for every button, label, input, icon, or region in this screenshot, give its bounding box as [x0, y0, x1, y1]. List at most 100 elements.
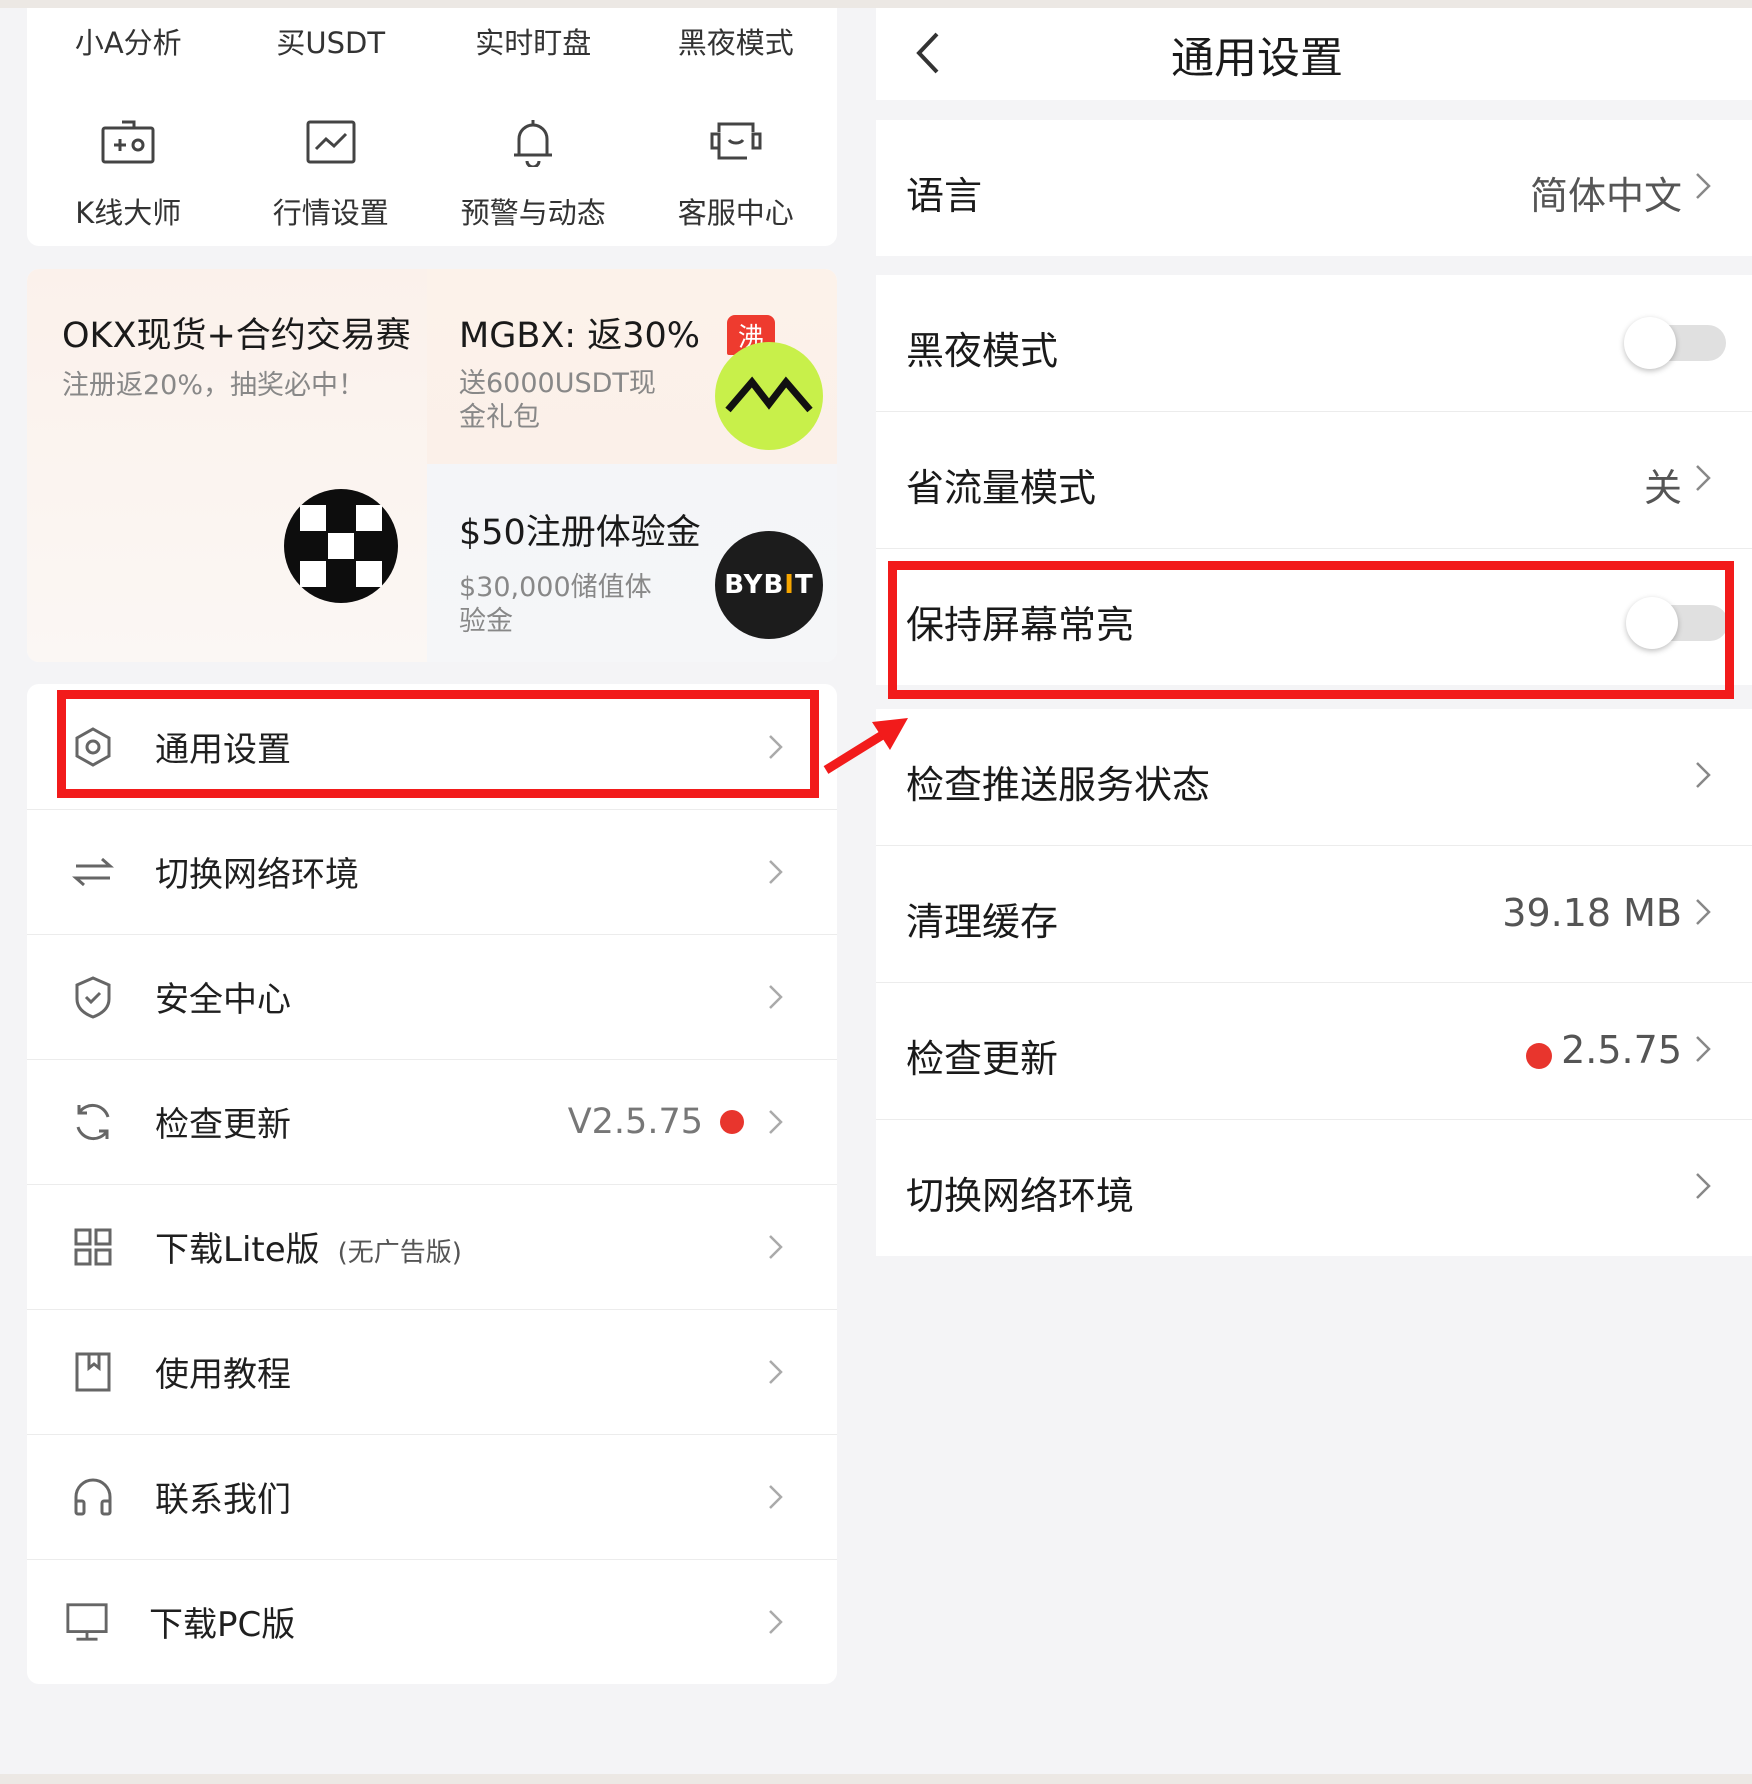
chevron-right-icon — [769, 1609, 783, 1634]
setting-label: 切换网络环境 — [906, 1174, 1135, 1218]
chevron-right-icon — [769, 1109, 783, 1134]
setting-value: 39.18 MB — [1502, 891, 1682, 935]
page-title: 通用设置 — [1171, 34, 1343, 84]
refresh-icon — [71, 1100, 115, 1144]
menu-item-download-lite[interactable]: 下载Lite版 (无广告版) — [27, 1184, 837, 1309]
shortcut-label: 客服中心 — [677, 196, 794, 230]
menu-item-contact-us[interactable]: 联系我们 — [27, 1434, 837, 1559]
bell-icon — [503, 112, 563, 172]
update-dot — [720, 1109, 744, 1134]
toggle-knob — [1624, 317, 1676, 369]
switch-arrows-icon — [71, 850, 115, 894]
menu-item-label: 下载PC版 — [149, 1605, 296, 1645]
promo-title: $50注册体验金 — [459, 513, 701, 553]
shield-check-icon — [71, 975, 115, 1019]
setting-value: 简体中文 — [1529, 174, 1682, 218]
menu-item-label: 通用设置 — [155, 730, 291, 770]
chevron-right-icon — [769, 1234, 783, 1259]
menu-item-label: 下载Lite版 (无广告版) — [155, 1222, 462, 1271]
shortcut-buy-usdt[interactable]: 买USDT — [230, 20, 433, 70]
menu-item-label: 联系我们 — [155, 1480, 291, 1520]
promo-subtitle: $30,000储值体验金 — [459, 572, 652, 637]
menu-item-download-pc[interactable]: 下载PC版 — [27, 1559, 837, 1684]
setting-check-update[interactable]: 检查更新 2.5.75 — [876, 983, 1752, 1119]
setting-clear-cache[interactable]: 清理缓存 39.18 MB — [876, 846, 1752, 982]
promo-subtitle: 送6000USDT现金礼包 — [459, 368, 656, 433]
menu-item-check-update[interactable]: 检查更新 V2.5.75 — [27, 1059, 837, 1184]
chevron-right-icon — [1696, 762, 1711, 788]
keep-screen-on-toggle[interactable] — [1626, 597, 1728, 649]
shortcut-dark-mode[interactable]: 黑夜模式 — [635, 20, 838, 70]
promo-title: OKX现货+合约交易赛 — [62, 316, 411, 356]
settings-menu: 通用设置 切换网络环境 安全中心 检查更新 V2.5.75 下载Lite版 (无… — [27, 684, 837, 1684]
menu-item-general-settings[interactable]: 通用设置 — [27, 684, 837, 809]
shortcut-market-settings[interactable]: 行情设置 — [230, 112, 433, 232]
promo-subtitle: 注册返20%，抽奖必中！ — [62, 370, 366, 401]
chart-box-icon — [98, 112, 158, 172]
headphones-icon — [71, 1475, 115, 1519]
menu-item-switch-network[interactable]: 切换网络环境 — [27, 809, 837, 934]
menu-item-label: 切换网络环境 — [155, 855, 359, 895]
shortcut-ai-analysis[interactable]: 小A分析 — [27, 20, 230, 70]
nav-header: 通用设置 — [876, 8, 1752, 100]
setting-push-service-status[interactable]: 检查推送服务状态 — [876, 709, 1752, 845]
shortcut-label: 行情设置 — [272, 196, 389, 230]
menu-item-label: 检查更新 — [155, 1105, 291, 1145]
promo-banner: OKX现货+合约交易赛 注册返20%，抽奖必中！ MGBX: 返30% 送600… — [27, 269, 837, 662]
chevron-right-icon — [1696, 173, 1711, 199]
setting-label: 语言 — [906, 174, 983, 218]
version-value: V2.5.75 — [567, 1101, 703, 1142]
setting-dark-mode: 黑夜模式 — [876, 275, 1752, 411]
chevron-right-icon — [769, 859, 783, 884]
shortcut-customer-service[interactable]: 客服中心 — [635, 112, 838, 232]
chevron-right-icon — [1696, 1036, 1711, 1062]
annotation-arrow-icon — [823, 718, 908, 774]
setting-label: 省流量模式 — [906, 466, 1097, 510]
setting-label: 黑夜模式 — [906, 329, 1059, 373]
chevron-right-icon — [1696, 899, 1711, 925]
promo-title: MGBX: 返30% — [459, 316, 701, 356]
chevron-right-icon — [769, 734, 783, 759]
chevron-right-icon — [1696, 1173, 1711, 1199]
menu-item-label: 安全中心 — [155, 980, 291, 1020]
setting-data-saver[interactable]: 省流量模式 关 — [876, 412, 1752, 548]
setting-keep-screen-on: 保持屏幕常亮 — [876, 549, 1752, 685]
book-icon — [71, 1350, 115, 1394]
trend-chart-icon — [301, 112, 361, 172]
chevron-right-icon — [769, 1359, 783, 1384]
shortcut-label: K线大师 — [75, 196, 182, 230]
shortcut-realtime-watch[interactable]: 实时盯盘 — [432, 20, 635, 70]
setting-label: 检查更新 — [906, 1037, 1059, 1081]
chevron-right-icon — [1696, 465, 1711, 491]
setting-label: 检查推送服务状态 — [906, 763, 1211, 807]
shortcut-grid: 小A分析 买USDT 实时盯盘 黑夜模式 K线大师 行情设置 预警与动态 客服中… — [27, 8, 837, 246]
mgbx-logo — [715, 342, 823, 450]
chevron-right-icon — [769, 1484, 783, 1509]
update-dot — [1526, 1043, 1552, 1069]
menu-item-sublabel: (无广告版) — [337, 1238, 462, 1268]
setting-language[interactable]: 语言 简体中文 — [876, 120, 1752, 256]
okx-logo — [284, 489, 398, 603]
bybit-logo: BYB I T — [715, 531, 823, 639]
shortcut-alerts[interactable]: 预警与动态 — [432, 112, 635, 232]
toggle-knob — [1626, 597, 1678, 649]
menu-item-security-center[interactable]: 安全中心 — [27, 934, 837, 1059]
grid-apps-icon — [71, 1225, 115, 1269]
setting-switch-network[interactable]: 切换网络环境 — [876, 1120, 1752, 1256]
screenshot-canvas: 小A分析 买USDT 实时盯盘 黑夜模式 K线大师 行情设置 预警与动态 客服中… — [0, 8, 1752, 1774]
setting-value: 关 — [1643, 466, 1682, 510]
setting-label: 清理缓存 — [906, 900, 1059, 944]
setting-label: 保持屏幕常亮 — [906, 603, 1135, 647]
setting-value: 2.5.75 — [1561, 1028, 1682, 1072]
settings-hexagon-icon — [71, 725, 115, 769]
menu-item-tutorial[interactable]: 使用教程 — [27, 1309, 837, 1434]
menu-item-label-text: 下载Lite版 — [155, 1230, 320, 1270]
shortcut-kline-master[interactable]: K线大师 — [27, 112, 230, 232]
shortcut-icon-row: K线大师 行情设置 预警与动态 客服中心 — [27, 112, 837, 232]
shortcut-top-row: 小A分析 买USDT 实时盯盘 黑夜模式 — [27, 20, 837, 70]
promo-okx[interactable]: OKX现货+合约交易赛 注册返20%，抽奖必中！ — [27, 269, 427, 662]
dark-mode-toggle[interactable] — [1624, 317, 1726, 369]
customer-service-icon — [706, 112, 766, 172]
chevron-right-icon — [769, 984, 783, 1009]
menu-item-label: 使用教程 — [155, 1355, 291, 1395]
